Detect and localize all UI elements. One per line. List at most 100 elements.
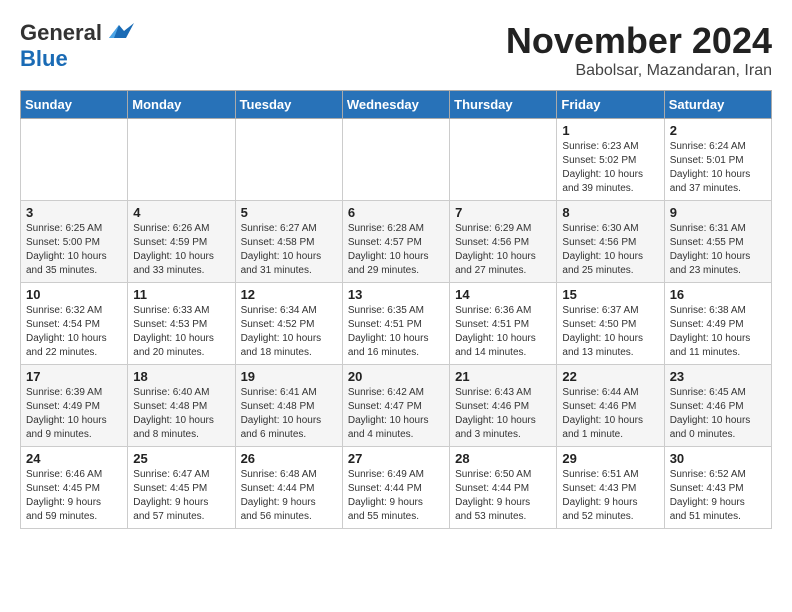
calendar-cell: 28 Sunrise: 6:50 AM Sunset: 4:44 PM Dayli…	[450, 447, 557, 529]
day-number: 30	[670, 451, 766, 466]
calendar-cell: 2 Sunrise: 6:24 AM Sunset: 5:01 PM Daylig…	[664, 119, 771, 201]
day-number: 11	[133, 287, 229, 302]
day-number: 1	[562, 123, 658, 138]
day-info: Sunrise: 6:41 AM Sunset: 4:48 PM Dayligh…	[241, 386, 337, 442]
day-info: Sunrise: 6:38 AM Sunset: 4:49 PM Dayligh…	[670, 304, 766, 360]
day-number: 4	[133, 205, 229, 220]
calendar-cell: 17 Sunrise: 6:39 AM Sunset: 4:49 PM Dayli…	[21, 365, 128, 447]
day-info: Sunrise: 6:46 AM Sunset: 4:45 PM Dayligh…	[26, 468, 122, 524]
day-info: Sunrise: 6:45 AM Sunset: 4:46 PM Dayligh…	[670, 386, 766, 442]
day-number: 3	[26, 205, 122, 220]
calendar-week-row: 17 Sunrise: 6:39 AM Sunset: 4:49 PM Dayli…	[21, 365, 772, 447]
weekday-header-row: SundayMondayTuesdayWednesdayThursdayFrid…	[21, 91, 772, 119]
day-info: Sunrise: 6:24 AM Sunset: 5:01 PM Dayligh…	[670, 140, 766, 196]
calendar-cell	[21, 119, 128, 201]
day-number: 20	[348, 369, 444, 384]
calendar-cell: 19 Sunrise: 6:41 AM Sunset: 4:48 PM Dayli…	[235, 365, 342, 447]
day-number: 27	[348, 451, 444, 466]
calendar-cell: 14 Sunrise: 6:36 AM Sunset: 4:51 PM Dayli…	[450, 283, 557, 365]
day-number: 25	[133, 451, 229, 466]
day-number: 24	[26, 451, 122, 466]
day-info: Sunrise: 6:27 AM Sunset: 4:58 PM Dayligh…	[241, 222, 337, 278]
calendar-cell: 23 Sunrise: 6:45 AM Sunset: 4:46 PM Dayli…	[664, 365, 771, 447]
day-number: 26	[241, 451, 337, 466]
day-number: 13	[348, 287, 444, 302]
calendar-cell: 20 Sunrise: 6:42 AM Sunset: 4:47 PM Dayli…	[342, 365, 449, 447]
day-number: 21	[455, 369, 551, 384]
calendar-cell: 7Sunrise: 6:29 AM Sunset: 4:56 PM Daylig…	[450, 201, 557, 283]
weekday-header-saturday: Saturday	[664, 91, 771, 119]
calendar-cell: 30Sunrise: 6:52 AM Sunset: 4:43 PM Dayli…	[664, 447, 771, 529]
calendar-cell: 9 Sunrise: 6:31 AM Sunset: 4:55 PM Daylig…	[664, 201, 771, 283]
calendar-cell: 12 Sunrise: 6:34 AM Sunset: 4:52 PM Dayli…	[235, 283, 342, 365]
day-info: Sunrise: 6:31 AM Sunset: 4:55 PM Dayligh…	[670, 222, 766, 278]
calendar-cell: 13Sunrise: 6:35 AM Sunset: 4:51 PM Dayli…	[342, 283, 449, 365]
day-info: Sunrise: 6:30 AM Sunset: 4:56 PM Dayligh…	[562, 222, 658, 278]
calendar-cell: 10 Sunrise: 6:32 AM Sunset: 4:54 PM Dayli…	[21, 283, 128, 365]
day-info: Sunrise: 6:43 AM Sunset: 4:46 PM Dayligh…	[455, 386, 551, 442]
calendar-week-row: 1Sunrise: 6:23 AM Sunset: 5:02 PM Daylig…	[21, 119, 772, 201]
day-number: 28	[455, 451, 551, 466]
calendar-week-row: 24 Sunrise: 6:46 AM Sunset: 4:45 PM Dayli…	[21, 447, 772, 529]
calendar-week-row: 10 Sunrise: 6:32 AM Sunset: 4:54 PM Dayli…	[21, 283, 772, 365]
day-info: Sunrise: 6:40 AM Sunset: 4:48 PM Dayligh…	[133, 386, 229, 442]
day-number: 29	[562, 451, 658, 466]
day-number: 15	[562, 287, 658, 302]
day-info: Sunrise: 6:51 AM Sunset: 4:43 PM Dayligh…	[562, 468, 658, 524]
day-info: Sunrise: 6:36 AM Sunset: 4:51 PM Dayligh…	[455, 304, 551, 360]
day-number: 14	[455, 287, 551, 302]
day-info: Sunrise: 6:39 AM Sunset: 4:49 PM Dayligh…	[26, 386, 122, 442]
day-number: 5	[241, 205, 337, 220]
calendar-cell: 5 Sunrise: 6:27 AM Sunset: 4:58 PM Daylig…	[235, 201, 342, 283]
day-number: 12	[241, 287, 337, 302]
day-number: 10	[26, 287, 122, 302]
weekday-header-monday: Monday	[128, 91, 235, 119]
day-number: 6	[348, 205, 444, 220]
day-info: Sunrise: 6:25 AM Sunset: 5:00 PM Dayligh…	[26, 222, 122, 278]
weekday-header-friday: Friday	[557, 91, 664, 119]
logo-blue-text: Blue	[20, 46, 68, 72]
calendar-cell: 3 Sunrise: 6:25 AM Sunset: 5:00 PM Daylig…	[21, 201, 128, 283]
calendar-cell: 29 Sunrise: 6:51 AM Sunset: 4:43 PM Dayli…	[557, 447, 664, 529]
day-number: 8	[562, 205, 658, 220]
day-number: 7	[455, 205, 551, 220]
logo-general-text: General	[20, 20, 102, 46]
day-number: 19	[241, 369, 337, 384]
day-info: Sunrise: 6:42 AM Sunset: 4:47 PM Dayligh…	[348, 386, 444, 442]
day-number: 2	[670, 123, 766, 138]
calendar-cell: 22Sunrise: 6:44 AM Sunset: 4:46 PM Dayli…	[557, 365, 664, 447]
logo-bird-icon	[104, 23, 134, 43]
calendar-cell: 26Sunrise: 6:48 AM Sunset: 4:44 PM Dayli…	[235, 447, 342, 529]
calendar-cell	[450, 119, 557, 201]
day-info: Sunrise: 6:50 AM Sunset: 4:44 PM Dayligh…	[455, 468, 551, 524]
day-info: Sunrise: 6:33 AM Sunset: 4:53 PM Dayligh…	[133, 304, 229, 360]
day-number: 23	[670, 369, 766, 384]
calendar-cell: 8 Sunrise: 6:30 AM Sunset: 4:56 PM Daylig…	[557, 201, 664, 283]
weekday-header-wednesday: Wednesday	[342, 91, 449, 119]
calendar-cell: 1Sunrise: 6:23 AM Sunset: 5:02 PM Daylig…	[557, 119, 664, 201]
day-info: Sunrise: 6:44 AM Sunset: 4:46 PM Dayligh…	[562, 386, 658, 442]
location-subtitle: Babolsar, Mazandaran, Iran	[506, 62, 772, 80]
day-info: Sunrise: 6:49 AM Sunset: 4:44 PM Dayligh…	[348, 468, 444, 524]
calendar-cell: 24 Sunrise: 6:46 AM Sunset: 4:45 PM Dayli…	[21, 447, 128, 529]
calendar-cell: 4 Sunrise: 6:26 AM Sunset: 4:59 PM Daylig…	[128, 201, 235, 283]
calendar-cell: 6 Sunrise: 6:28 AM Sunset: 4:57 PM Daylig…	[342, 201, 449, 283]
logo: General Blue	[20, 20, 134, 72]
calendar-cell: 11 Sunrise: 6:33 AM Sunset: 4:53 PM Dayli…	[128, 283, 235, 365]
calendar-cell: 25Sunrise: 6:47 AM Sunset: 4:45 PM Dayli…	[128, 447, 235, 529]
day-info: Sunrise: 6:28 AM Sunset: 4:57 PM Dayligh…	[348, 222, 444, 278]
calendar-cell	[342, 119, 449, 201]
page-header: General Blue November 2024 Babolsar, Maz…	[20, 20, 772, 80]
calendar-table: SundayMondayTuesdayWednesdayThursdayFrid…	[20, 90, 772, 529]
calendar-cell: 18 Sunrise: 6:40 AM Sunset: 4:48 PM Dayli…	[128, 365, 235, 447]
day-number: 18	[133, 369, 229, 384]
day-number: 9	[670, 205, 766, 220]
day-info: Sunrise: 6:26 AM Sunset: 4:59 PM Dayligh…	[133, 222, 229, 278]
day-info: Sunrise: 6:34 AM Sunset: 4:52 PM Dayligh…	[241, 304, 337, 360]
day-info: Sunrise: 6:32 AM Sunset: 4:54 PM Dayligh…	[26, 304, 122, 360]
day-number: 17	[26, 369, 122, 384]
day-number: 16	[670, 287, 766, 302]
month-title: November 2024	[506, 20, 772, 62]
calendar-cell: 15Sunrise: 6:37 AM Sunset: 4:50 PM Dayli…	[557, 283, 664, 365]
weekday-header-thursday: Thursday	[450, 91, 557, 119]
